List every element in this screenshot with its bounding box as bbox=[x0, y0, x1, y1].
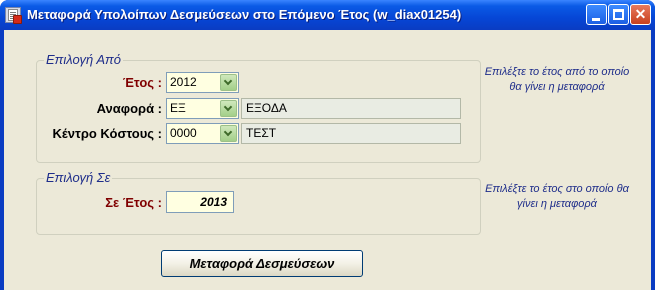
chevron-down-icon bbox=[223, 127, 233, 137]
reference-code-value: ΕΞ bbox=[170, 101, 186, 115]
from-year-dropdown-button[interactable] bbox=[220, 74, 237, 91]
from-year-value: 2012 bbox=[170, 75, 197, 89]
minimize-button[interactable] bbox=[586, 4, 607, 25]
reference-dropdown[interactable]: ΕΞ bbox=[166, 98, 239, 119]
chevron-down-icon bbox=[223, 76, 233, 86]
form-body: Επιλογή Από Έτος : 2012 Αναφορά : ΕΞ ΕΞΟ… bbox=[4, 30, 651, 290]
reference-description-field: ΕΞΟΔΑ bbox=[241, 98, 461, 119]
cost-center-code-value: 0000 bbox=[170, 126, 197, 140]
from-group-title: Επιλογή Από bbox=[44, 52, 123, 67]
app-window: Μεταφορά Υπολοίπων Δεσμεύσεων στο Επόμεν… bbox=[0, 0, 655, 290]
to-group-title: Επιλογή Σε bbox=[44, 170, 113, 185]
minimize-icon bbox=[592, 18, 600, 21]
app-mark-glyph bbox=[13, 15, 22, 24]
close-icon: ✕ bbox=[634, 6, 647, 22]
transfer-commitments-button[interactable]: Μεταφορά Δεσμεύσεων bbox=[161, 250, 363, 277]
cost-center-label: Κέντρο Κόστους : bbox=[52, 126, 162, 141]
to-hint-text: Επιλέξτε το έτος στο οποίο θα γίνει η με… bbox=[485, 183, 629, 210]
to-year-value: 2013 bbox=[200, 195, 227, 209]
from-year-label: Έτος : bbox=[122, 75, 162, 90]
maximize-icon bbox=[613, 9, 624, 20]
title-bar[interactable]: Μεταφορά Υπολοίπων Δεσμεύσεων στο Επόμεν… bbox=[0, 0, 655, 30]
document-app-icon bbox=[5, 7, 22, 24]
chevron-down-icon bbox=[223, 102, 233, 112]
from-year-dropdown[interactable]: 2012 bbox=[166, 72, 239, 93]
window-title: Μεταφορά Υπολοίπων Δεσμεύσεων στο Επόμεν… bbox=[27, 7, 462, 22]
cost-center-dropdown-button[interactable] bbox=[220, 125, 237, 142]
to-year-label: Σε Έτος : bbox=[105, 195, 162, 210]
maximize-button[interactable] bbox=[608, 4, 629, 25]
cost-center-description-value: ΤΕΣΤ bbox=[246, 126, 277, 140]
reference-label: Αναφορά : bbox=[96, 101, 162, 116]
reference-description-value: ΕΞΟΔΑ bbox=[246, 101, 287, 115]
to-year-input[interactable]: 2013 bbox=[166, 191, 234, 213]
cost-center-description-field: ΤΕΣΤ bbox=[241, 123, 461, 144]
reference-dropdown-button[interactable] bbox=[220, 100, 237, 117]
cost-center-dropdown[interactable]: 0000 bbox=[166, 123, 239, 144]
from-hint-text: Επιλέξτε το έτος από το οποίο θα γίνει η… bbox=[484, 66, 630, 93]
close-button[interactable]: ✕ bbox=[630, 4, 651, 25]
